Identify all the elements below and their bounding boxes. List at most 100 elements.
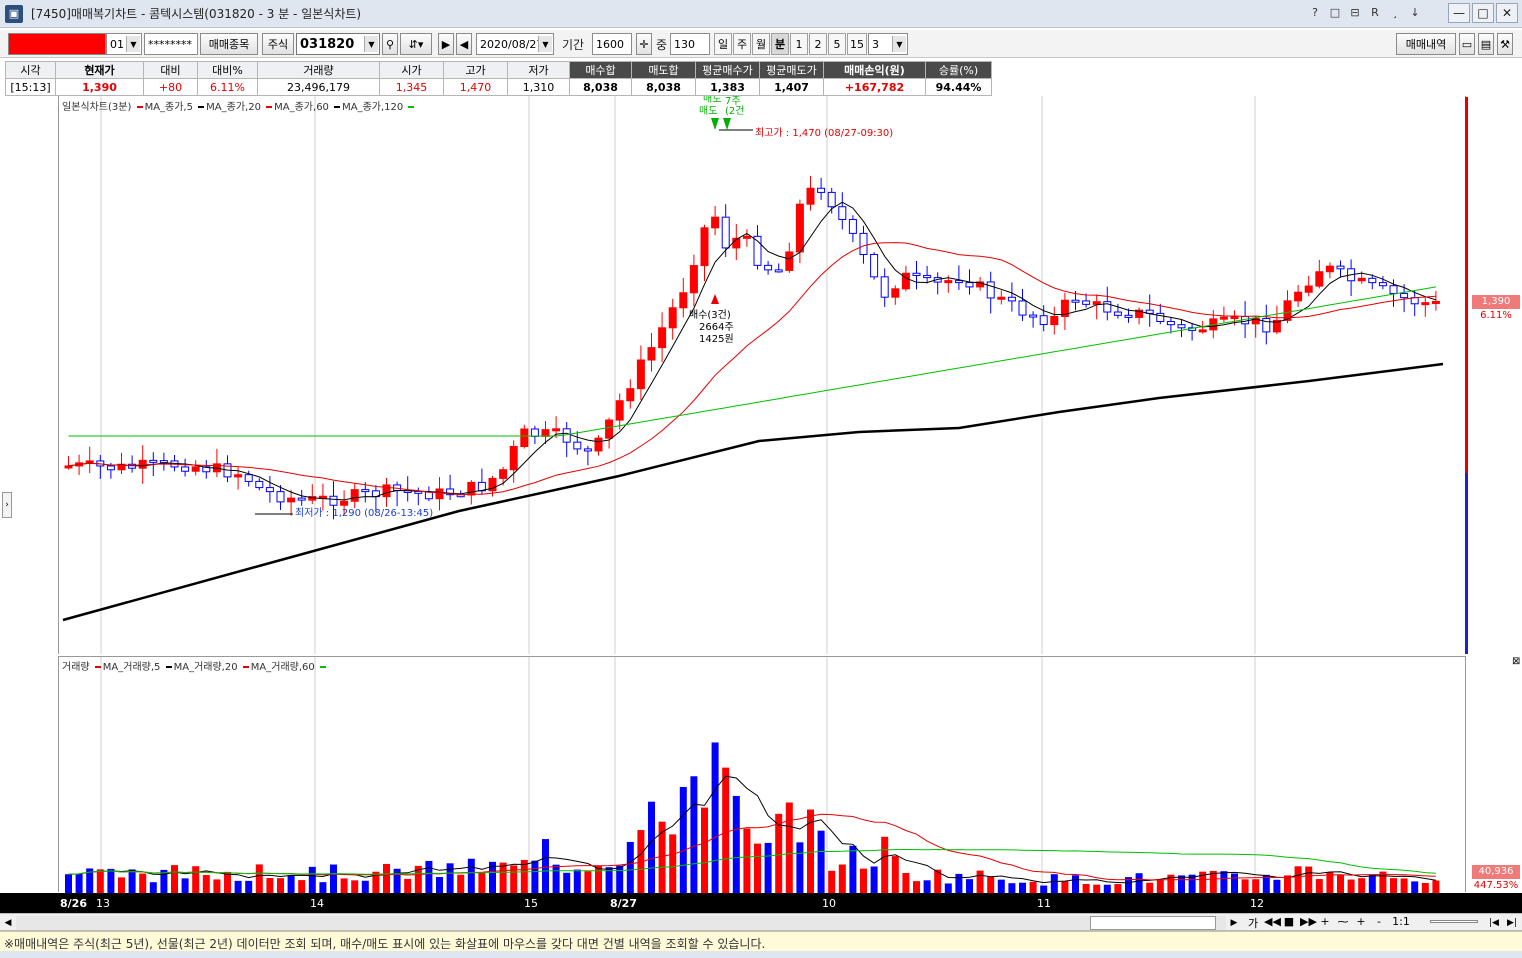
close-button[interactable]: ✕ [1496,3,1518,23]
password-field[interactable]: ******** [144,33,198,55]
period-2-button[interactable]: 2 [809,33,827,55]
prev-icon[interactable]: ◀ [456,33,472,55]
panel-expand-button[interactable]: › [2,492,12,518]
date-select[interactable]: 2020/08/27 ▼ [476,33,554,55]
volume-bar [616,865,624,893]
period-5-button[interactable]: 5 [828,33,846,55]
date-axis-label: 10 [822,897,836,910]
zoom-in-icon[interactable]: + [1354,915,1368,931]
scroll-left-icon[interactable]: ◀ [2,916,14,930]
period-15-button[interactable]: 15 [847,33,867,55]
trade-history-button[interactable]: 매매내역 [1396,33,1456,55]
legend-ma60: MA_종가,60 [274,102,329,113]
volume-bar [499,862,507,893]
zoom-out-icon[interactable]: - [1372,915,1386,931]
candle-body [1050,315,1059,326]
candle-body [785,251,794,271]
volume-bar-chart[interactable] [59,657,1467,893]
scroll-track[interactable] [16,916,1226,930]
scroll-right-icon[interactable]: ▶ [1228,916,1240,930]
wrench-icon[interactable]: ⚒ [1497,33,1513,55]
rewind-icon[interactable]: ◀◀ [1264,915,1281,931]
quote-value-cell: 94.44% [925,78,992,96]
text-tool-icon[interactable]: 가 [1246,915,1260,931]
high-annotation: 최고가 : 1,470 (08/27-09:30) [755,127,893,139]
quote-header-cell: 매도합 [631,61,696,79]
volume-bar [75,873,83,893]
candlestick-chart[interactable]: 최고가 : 1,470 (08/27-09:30) 최저가 : 1,290 (08… [59,93,1467,654]
close-panel-icon[interactable]: ⊠ [1512,656,1520,667]
refresh-icon[interactable]: R [1368,6,1382,19]
zoom-slider[interactable] [1430,920,1478,923]
candle-body [1230,316,1239,320]
stop-icon[interactable]: ■ [1282,915,1296,931]
quote-header-cell: 대비% [197,61,258,79]
chart-scrollbar[interactable]: ◀ ▶ 가 ◀◀ ■ ▶▶ + ⁓ + - 1:1 |◀ ▶| [0,913,1522,931]
volume-bar [298,880,306,893]
folder-icon[interactable]: ▭ [1459,33,1475,55]
market-button[interactable]: 주식 [262,33,294,55]
candle-body [626,388,635,402]
period-week-button[interactable]: 주 [733,33,751,55]
volume-bar [891,856,899,893]
volume-bar [1273,879,1281,893]
volume-bar [1093,884,1101,893]
buy-shares: 2664주 [699,322,734,333]
volume-bar [467,858,475,893]
volume-bar [1040,885,1048,893]
split-icon[interactable]: ⊟ [1348,6,1362,19]
account-suffix-select[interactable]: 01 ▼ [106,33,142,55]
candle-body [435,488,444,500]
buy-arrow [711,294,719,304]
price-chart-panel[interactable]: 최고가 : 1,470 (08/27-09:30) 최저가 : 1,290 (08… [58,93,1467,654]
next-icon[interactable]: ▶ [438,33,454,55]
crosshair-icon[interactable]: ✛ [636,33,652,55]
minimize-button[interactable]: — [1448,3,1470,23]
download-icon[interactable]: ↓ [1408,6,1422,19]
account-number-field[interactable] [8,33,106,55]
legend-vma60: MA_거래량,60 [250,662,315,673]
quote-value-cell: +80 [143,78,198,96]
candle-body [1336,265,1345,270]
trade-items-button[interactable]: 매매종목 [200,33,258,55]
candle-body [1082,300,1091,305]
legend-vma5: MA_거래량,5 [102,662,161,673]
candle-body [923,274,932,279]
quote-value-cell: 1,390 [55,78,144,96]
candle-body [1103,301,1112,313]
quote-header-cell: 저가 [507,61,570,79]
window-footer [0,951,1522,958]
stock-code-input[interactable]: 031820 ▼ [296,33,380,55]
first-page-icon[interactable]: |◀ [1488,916,1500,930]
volume-bar [838,864,846,893]
window-icon[interactable]: □ [1328,6,1342,19]
period-1-button[interactable]: 1 [790,33,808,55]
volume-chart-panel[interactable] [58,656,1467,893]
candle-body [1421,302,1430,306]
search-icon[interactable]: ⚲ [382,33,398,55]
candle-body [711,216,720,229]
pin-icon[interactable]: ¸ [1388,6,1402,19]
sort-icon[interactable]: ⇵▾ [400,33,432,55]
period-day-button[interactable]: 일 [714,33,732,55]
display-count-input[interactable]: 130 [670,33,710,55]
volume-bar [966,879,973,893]
trend-icon[interactable]: ⁓ [1336,915,1350,931]
candle-body [700,227,709,267]
help-icon[interactable]: ? [1308,6,1322,19]
save-icon[interactable]: ▤ [1478,33,1494,55]
candle-body [1166,320,1175,326]
volume-bar [107,868,115,893]
buy-label: 매수(3건) [689,309,731,321]
period-minute-button[interactable]: 분 [771,33,789,55]
last-page-icon[interactable]: ▶| [1506,916,1518,930]
period-custom-select[interactable]: 3 ▼ [868,33,908,55]
scroll-thumb[interactable] [1090,916,1216,930]
fast-forward-icon[interactable]: ▶▶ [1300,915,1317,931]
candle-body [689,265,698,294]
period-count-input[interactable]: 1600 [592,33,632,55]
volume-bar [149,882,157,893]
maximize-button[interactable]: □ [1472,3,1494,23]
plus-icon[interactable]: + [1318,915,1332,931]
period-month-button[interactable]: 월 [752,33,770,55]
